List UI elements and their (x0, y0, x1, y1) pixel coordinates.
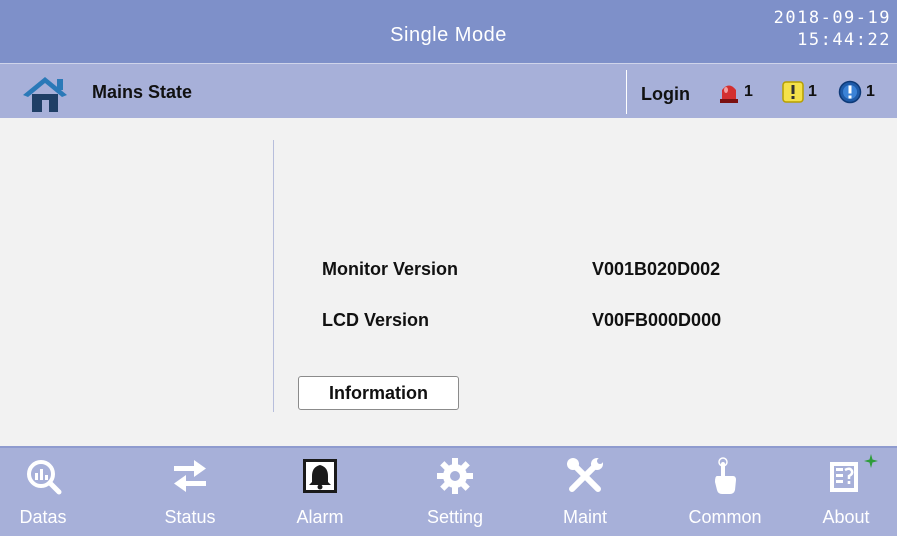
touch-hand-icon (715, 457, 736, 494)
warning-count: 1 (808, 82, 817, 100)
tools-icon (567, 458, 603, 492)
nav-alarm-label: Alarm (296, 507, 344, 527)
nav-about-label: About (822, 507, 870, 527)
info-alarm-indicator[interactable]: 1 (838, 64, 875, 119)
main-panel: Monitor Version V001B020D002 LCD Version… (0, 118, 897, 446)
fault-count: 1 (744, 82, 753, 100)
lcd-version-value: V00FB000D000 (592, 310, 722, 330)
time-text: 15:44:22 (797, 30, 891, 50)
siren-icon (720, 85, 738, 103)
nav-common-label: Common (688, 507, 762, 527)
nav-setting-label: Setting (426, 507, 484, 527)
information-button[interactable]: Information (298, 376, 459, 410)
nav-common[interactable]: Common (675, 448, 775, 536)
info-count: 1 (866, 82, 875, 100)
nav-alarm[interactable]: Alarm (270, 448, 370, 536)
nav-setting[interactable]: Setting (405, 448, 505, 536)
nav-datas[interactable]: Datas (3, 448, 83, 536)
home-icon[interactable] (22, 75, 68, 113)
help-document-icon (830, 462, 858, 492)
nav-status-label: Status (164, 507, 216, 527)
warning-alarm-indicator[interactable]: 1 (782, 64, 817, 119)
new-badge-icon (864, 454, 878, 468)
status-divider (626, 70, 627, 114)
gear-icon (437, 458, 473, 494)
bottom-nav: Datas Status Alarm Setting Maint Common … (0, 446, 897, 536)
lcd-version-label: LCD Version (322, 310, 430, 330)
login-button[interactable]: Login (641, 64, 690, 124)
nav-datas-label: Datas (19, 507, 67, 527)
mains-state-label: Mains State (92, 82, 193, 102)
swap-arrows-icon (174, 460, 206, 492)
fault-alarm-indicator[interactable]: 1 (718, 64, 753, 119)
warning-icon (782, 80, 804, 103)
title-bar: Single Mode 2018-09-19 15:44:22 (0, 0, 897, 63)
date-text: 2018-09-19 (773, 8, 891, 28)
nav-status[interactable]: Status (140, 448, 240, 536)
nav-about[interactable]: About (800, 448, 892, 536)
nav-maint-label: Maint (562, 507, 607, 527)
status-bar: Mains State Login 1 1 1 (0, 63, 897, 118)
ups-lcd-screen: Single Mode 2018-09-19 15:44:22 Mains St… (0, 0, 897, 536)
monitor-version-value: V001B020D002 (592, 259, 721, 279)
bell-icon (303, 459, 337, 493)
monitor-version-label: Monitor Version (322, 259, 459, 279)
nav-maint[interactable]: Maint (535, 448, 635, 536)
datetime-display: 2018-09-19 15:44:22 (761, 7, 891, 51)
panel-divider (273, 140, 274, 412)
info-icon (838, 80, 862, 103)
data-magnifier-icon (27, 460, 62, 495)
